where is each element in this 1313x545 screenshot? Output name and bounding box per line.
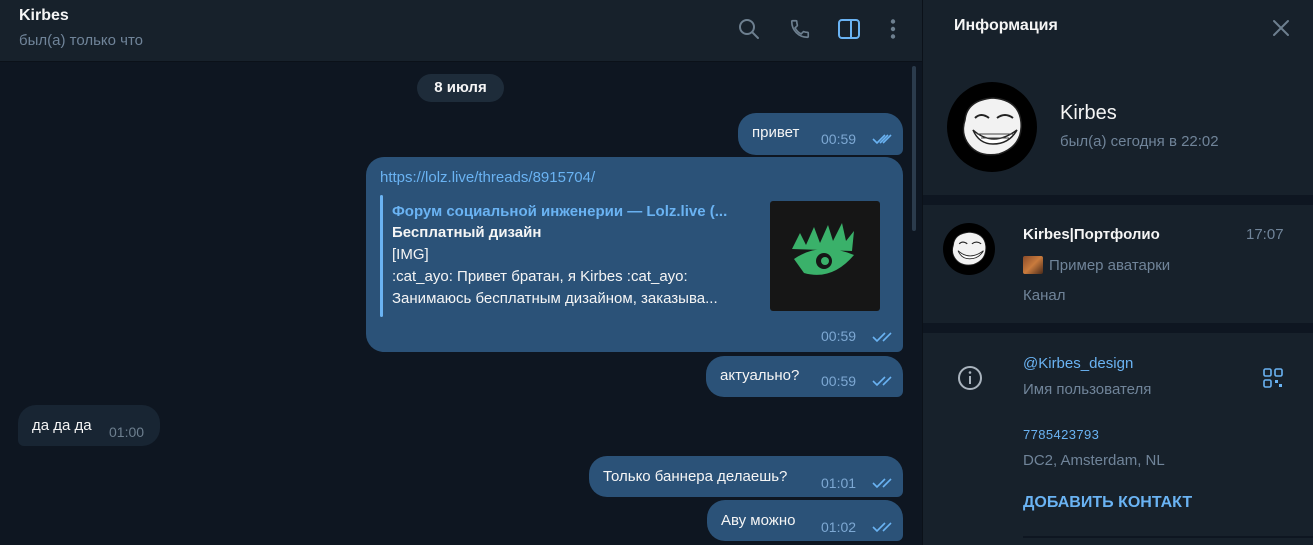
search-icon[interactable] [736, 16, 762, 42]
trollface-avatar-icon [962, 97, 1022, 156]
chat-area: Kirbes был(а) только что 8 июля привет 0… [0, 0, 922, 545]
message-text: актуально? [720, 367, 800, 384]
qr-code-icon[interactable] [1263, 368, 1283, 388]
message-bubble-outgoing[interactable]: актуально? 00:59 [706, 356, 903, 397]
channel-time: 17:07 [1246, 226, 1284, 243]
preview-accent-bar [380, 195, 383, 317]
message-bubble-outgoing[interactable]: привет 00:59 [738, 113, 903, 155]
preview-line: [IMG] [392, 246, 429, 263]
profile-avatar[interactable] [947, 82, 1037, 172]
channel-type-label: Канал [1023, 287, 1066, 304]
profile-name: Kirbes [1060, 102, 1117, 124]
preview-thumbnail[interactable] [770, 201, 880, 311]
message-time: 00:59 [821, 131, 857, 147]
message-time: 01:01 [821, 475, 857, 491]
close-icon[interactable] [1269, 16, 1293, 40]
message-time: 00:59 [821, 328, 857, 344]
chat-status: был(а) только что [19, 32, 144, 49]
channel-name: Kirbes|Портфолио [1023, 226, 1160, 243]
username-label: Имя пользователя [1023, 381, 1152, 398]
user-id[interactable]: 7785423793 [1023, 427, 1099, 442]
message-text: привет [752, 124, 800, 141]
preview-title: Бесплатный дизайн [392, 224, 542, 241]
message-bubble-outgoing[interactable]: Аву можно 01:02 [707, 500, 903, 541]
read-checkmarks-icon [872, 134, 892, 145]
section-divider [1023, 536, 1313, 538]
preview-line: Занимаюсь бесплатным дизайном, заказыва.… [392, 290, 718, 307]
message-bubble-outgoing-link[interactable]: https://lolz.live/threads/8915704/ Форум… [366, 157, 903, 352]
date-divider: 8 июля [417, 74, 504, 102]
read-checkmarks-icon [872, 332, 892, 343]
chat-scrollbar[interactable] [912, 66, 918, 541]
channel-avatar [943, 223, 995, 275]
phone-icon[interactable] [787, 16, 813, 42]
profile-status: был(а) сегодня в 22:02 [1060, 133, 1219, 150]
add-contact-button[interactable]: ДОБАВИТЬ КОНТАКТ [1023, 494, 1192, 512]
channel-last-message-text: Пример аватарки [1049, 256, 1171, 274]
message-text: да да да [32, 417, 92, 434]
section-divider [923, 323, 1313, 333]
read-checkmarks-icon [872, 478, 892, 489]
sidebar-toggle-icon[interactable] [836, 16, 862, 42]
message-time: 01:00 [109, 424, 145, 440]
link-preview[interactable]: Форум социальной инженерии — Lolz.live (… [380, 195, 882, 317]
datacenter-info: DC2, Amsterdam, NL [1023, 452, 1165, 469]
info-icon [958, 366, 982, 390]
username-link[interactable]: @Kirbes_design [1023, 355, 1133, 372]
personal-channel-item[interactable]: Kirbes|Портфолио 17:07 Пример аватарки К… [923, 205, 1313, 323]
chat-header: Kirbes был(а) только что [0, 0, 922, 62]
message-text: Аву можно [721, 512, 796, 529]
scrollbar-thumb[interactable] [912, 66, 916, 231]
section-divider [923, 195, 1313, 205]
preview-line: :cat_ayo: Привет братан, я Kirbes :cat_a… [392, 268, 688, 285]
image-thumbnail-icon [1023, 256, 1043, 274]
trollface-avatar-icon [952, 231, 987, 266]
preview-site-name: Форум социальной инженерии — Lolz.live (… [392, 203, 728, 220]
read-checkmarks-icon [872, 376, 892, 387]
message-link[interactable]: https://lolz.live/threads/8915704/ [380, 169, 595, 186]
info-panel-title: Информация [954, 17, 1058, 34]
message-bubble-outgoing[interactable]: Только баннера делаешь? 01:01 [589, 456, 903, 497]
read-checkmarks-icon [872, 522, 892, 533]
chat-title[interactable]: Kirbes [19, 7, 69, 25]
more-vertical-icon[interactable] [880, 16, 906, 42]
message-bubble-incoming[interactable]: да да да 01:00 [18, 405, 160, 446]
message-text: Только баннера делаешь? [603, 468, 788, 485]
message-time: 01:02 [821, 519, 857, 535]
channel-last-message: Пример аватарки [1023, 256, 1170, 274]
info-panel: Информация Kirbes был(а) сегодня в 22:02… [922, 0, 1313, 545]
lolz-logo-icon [792, 223, 854, 275]
message-time: 00:59 [821, 373, 857, 389]
